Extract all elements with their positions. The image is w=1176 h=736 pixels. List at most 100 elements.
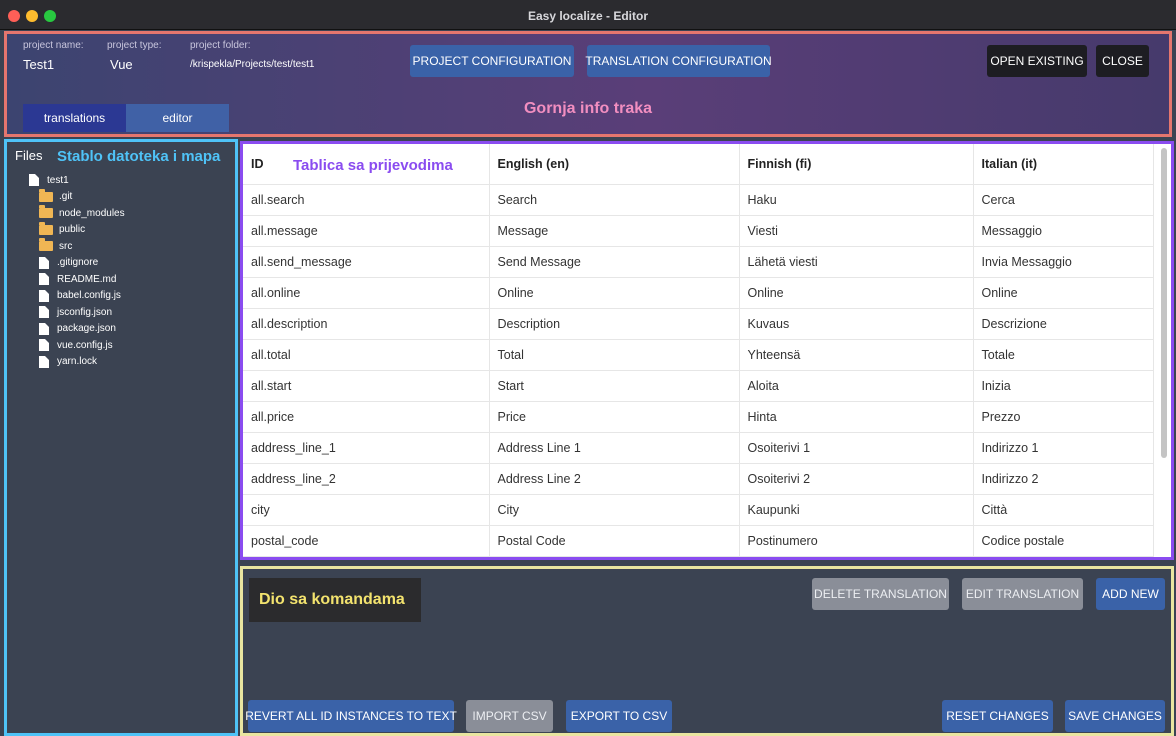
table-cell[interactable]: Postal Code [489,525,740,557]
tree-item-label: .gitignore [57,257,99,269]
table-cell[interactable]: Online [489,277,740,309]
table-cell[interactable]: Aloita [739,370,974,402]
table-cell[interactable]: Descrizione [973,308,1154,340]
table-cell[interactable]: Indirizzo 2 [973,463,1154,495]
table-cell[interactable]: all.search [243,184,490,216]
folder-icon [39,221,53,235]
tree-file-item[interactable]: .gitignore [29,255,229,272]
table-cell[interactable]: all.send_message [243,246,490,278]
column-header-en[interactable]: English (en) [489,144,740,185]
table-cell[interactable]: Messaggio [973,215,1154,247]
table-cell[interactable]: Osoiterivi 1 [739,432,974,464]
revert-all-button[interactable]: REVERT ALL ID INSTANCES TO TEXT [245,700,457,732]
table-cell[interactable]: all.description [243,308,490,340]
file-icon [39,306,49,319]
table-row[interactable]: address_line_2 Address Line 2 Osoiterivi 2… [243,463,1154,495]
table-row[interactable]: postal_code Postal Code Postinumero Codice … [243,525,1154,557]
title-bar: Easy localize - Editor [0,0,1176,30]
table-row[interactable]: all.price Price Hinta Prezzo [243,401,1154,433]
import-csv-button[interactable]: IMPORT CSV [466,700,553,732]
table-cell[interactable]: City [489,494,740,526]
table-cell[interactable]: Haku [739,184,974,216]
tree-file-item[interactable]: package.json [29,321,229,338]
tree-folder-item[interactable]: .git [29,188,229,206]
table-row[interactable]: city City Kaupunki Città [243,494,1154,526]
table-cell[interactable]: Hinta [739,401,974,433]
file-icon [39,339,49,352]
table-row[interactable]: all.send_message Send Message Lähetä viest… [243,246,1154,278]
table-cell[interactable]: Viesti [739,215,974,247]
delete-translation-button[interactable]: DELETE TRANSLATION [812,578,949,610]
table-cell[interactable]: Città [973,494,1154,526]
table-cell[interactable]: Lähetä viesti [739,246,974,278]
tree-folder-item[interactable]: src [29,238,229,255]
table-cell[interactable]: Cerca [973,184,1154,216]
table-cell[interactable]: Address Line 2 [489,463,740,495]
table-cell[interactable]: Message [489,215,740,247]
table-cell[interactable]: Inizia [973,370,1154,402]
tree-folder-item[interactable]: public [29,221,229,239]
table-cell[interactable]: Osoiterivi 2 [739,463,974,495]
table-cell[interactable]: all.message [243,215,490,247]
table-cell[interactable]: Address Line 1 [489,432,740,464]
table-cell[interactable]: Description [489,308,740,340]
table-cell[interactable]: Total [489,339,740,371]
table-cell[interactable]: address_line_1 [243,432,490,464]
translation-configuration-button[interactable]: TRANSLATION CONFIGURATION [585,45,772,77]
tree-file-item[interactable]: jsconfig.json [29,304,229,321]
table-cell[interactable]: Postinumero [739,525,974,557]
tree-file-item[interactable]: test1 [29,172,229,189]
edit-translation-button[interactable]: EDIT TRANSLATION [962,578,1083,610]
tree-item-label: vue.config.js [57,339,113,351]
table-cell[interactable]: postal_code [243,525,490,557]
table-row[interactable]: address_line_1 Address Line 1 Osoiterivi 1… [243,432,1154,464]
table-cell[interactable]: Start [489,370,740,402]
export-csv-button[interactable]: EXPORT TO CSV [566,700,672,732]
table-cell[interactable]: all.total [243,339,490,371]
table-row[interactable]: all.search Search Haku Cerca [243,184,1154,216]
table-cell[interactable]: Totale [973,339,1154,371]
table-cell[interactable]: Indirizzo 1 [973,432,1154,464]
table-cell[interactable]: address_line_2 [243,463,490,495]
tree-file-item[interactable]: vue.config.js [29,337,229,354]
column-header-it[interactable]: Italian (it) [973,144,1154,185]
table-cell[interactable]: all.price [243,401,490,433]
table-cell[interactable]: Kaupunki [739,494,974,526]
table-cell[interactable]: all.start [243,370,490,402]
tree-item-label: yarn.lock [57,356,98,368]
table-row[interactable]: all.total Total Yhteensä Totale [243,339,1154,371]
table-cell[interactable]: Invia Messaggio [973,246,1154,278]
save-changes-button[interactable]: SAVE CHANGES [1065,700,1165,732]
table-row[interactable]: all.start Start Aloita Inizia [243,370,1154,402]
table-row[interactable]: all.online Online Online Online [243,277,1154,309]
table-cell[interactable]: all.online [243,277,490,309]
reset-changes-button[interactable]: RESET CHANGES [942,700,1053,732]
add-new-button[interactable]: ADD NEW [1096,578,1165,610]
table-scrollbar[interactable] [1161,148,1167,458]
table-cell[interactable]: Send Message [489,246,740,278]
tree-item-label: .git [59,191,73,203]
table-row[interactable]: all.description Description Kuvaus Descrizi… [243,308,1154,340]
open-existing-button[interactable]: OPEN EXISTING [987,45,1087,77]
table-cell[interactable]: Online [973,277,1154,309]
table-cell[interactable]: city [243,494,490,526]
tree-file-item[interactable]: babel.config.js [29,288,229,305]
table-cell[interactable]: Price [489,401,740,433]
folder-icon [39,188,53,202]
table-row[interactable]: all.message Message Viesti Messaggio [243,215,1154,247]
file-icon [39,289,49,302]
table-cell[interactable]: Codice postale [973,525,1154,557]
project-type-value: Vue [110,57,133,72]
project-configuration-button[interactable]: PROJECT CONFIGURATION [410,45,574,77]
tree-folder-item[interactable]: node_modules [29,205,229,222]
tree-file-item[interactable]: yarn.lock [29,354,229,371]
tree-file-item[interactable]: README.md [29,271,229,288]
table-cell[interactable]: Search [489,184,740,216]
table-cell[interactable]: Online [739,277,974,309]
column-header-fi[interactable]: Finnish (fi) [739,144,974,185]
table-cell[interactable]: Prezzo [973,401,1154,433]
table-cell[interactable]: Yhteensä [739,339,974,371]
commands-panel: Dio sa komandama DELETE TRANSLATION EDIT… [240,566,1174,736]
table-cell[interactable]: Kuvaus [739,308,974,340]
close-project-button[interactable]: CLOSE [1096,45,1149,77]
